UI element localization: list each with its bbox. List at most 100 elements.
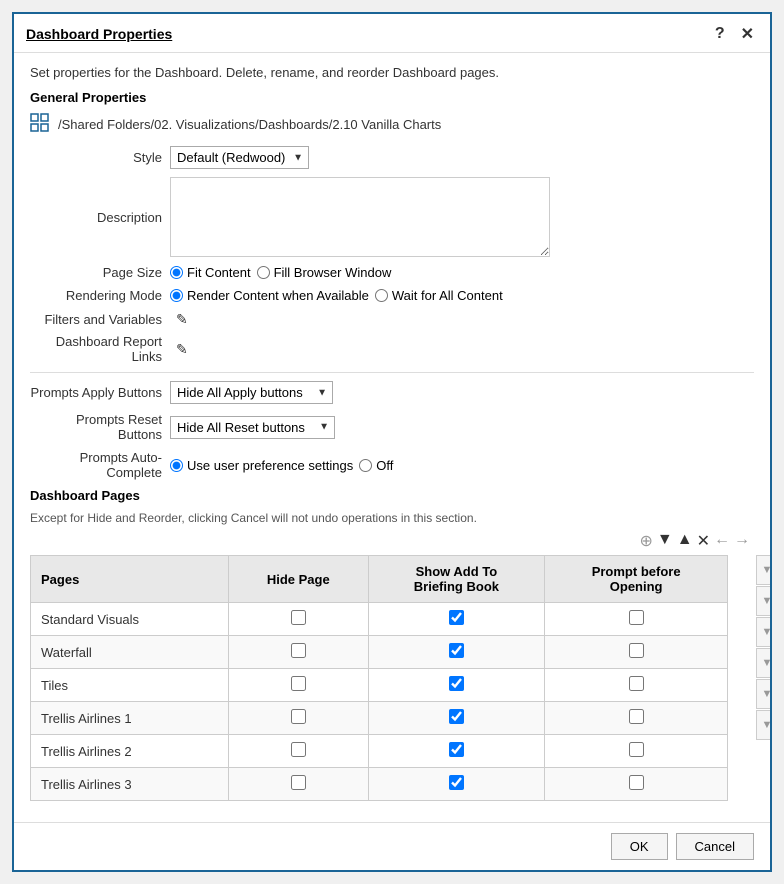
col-pages: Pages (31, 556, 229, 603)
prompt-before-checkbox[interactable] (629, 775, 644, 790)
hide-page-checkbox[interactable] (291, 775, 306, 790)
ok-button[interactable]: OK (611, 833, 668, 860)
dashboard-pages-section: Dashboard Pages Except for Hide and Reor… (30, 488, 754, 801)
hide-page-cell (229, 735, 369, 768)
hide-page-checkbox[interactable] (291, 610, 306, 625)
pref-settings-text: Use user preference settings (187, 458, 353, 473)
prompts-reset-row: Prompts Reset Buttons Hide All Reset but… (30, 412, 754, 442)
folder-path: /Shared Folders/02. Visualizations/Dashb… (58, 117, 441, 132)
fill-browser-radio[interactable] (257, 266, 270, 279)
fill-browser-text: Fill Browser Window (274, 265, 392, 280)
hide-page-cell (229, 768, 369, 801)
description-label: Description (30, 210, 170, 225)
arrow-4[interactable]: ▼ (756, 648, 770, 678)
move-next-icon[interactable]: → (734, 531, 750, 551)
briefing-book-checkbox[interactable] (449, 610, 464, 625)
page-size-row: Page Size Fit Content Fill Browser Windo… (30, 265, 754, 280)
page-name-cell: Trellis Airlines 2 (31, 735, 229, 768)
briefing-book-cell (368, 735, 545, 768)
filter-down-icon[interactable]: ▼ (657, 531, 673, 551)
col-briefing: Show Add ToBriefing Book (368, 556, 545, 603)
briefing-book-checkbox[interactable] (449, 676, 464, 691)
pref-settings-radio[interactable] (170, 459, 183, 472)
col-prompt: Prompt beforeOpening (545, 556, 728, 603)
cancel-button[interactable]: Cancel (676, 833, 754, 860)
prompt-before-cell (545, 669, 728, 702)
pages-table-outer: Pages Hide Page Show Add ToBriefing Book… (30, 555, 754, 801)
report-links-row: Dashboard Report Links ✎ (30, 334, 754, 364)
side-arrows: ▼ ▼ ▼ ▼ ▼ ▼ (756, 555, 770, 741)
style-label: Style (30, 150, 170, 165)
wait-all-label[interactable]: Wait for All Content (375, 288, 503, 303)
table-row: Tiles (31, 669, 728, 702)
hide-page-cell (229, 636, 369, 669)
delete-page-icon[interactable]: ✕ (697, 531, 710, 551)
close-button[interactable]: ✕ (737, 22, 758, 46)
description-textarea[interactable] (170, 177, 550, 257)
intro-text: Set properties for the Dashboard. Delete… (30, 65, 754, 80)
report-links-label: Dashboard Report Links (30, 334, 170, 364)
prompts-autocomplete-row: Prompts Auto-Complete Use user preferenc… (30, 450, 754, 480)
hide-page-cell (229, 702, 369, 735)
wait-all-radio[interactable] (375, 289, 388, 302)
dialog-body: Set properties for the Dashboard. Delete… (14, 53, 770, 822)
fit-content-radio-label[interactable]: Fit Content (170, 265, 251, 280)
hide-page-checkbox[interactable] (291, 676, 306, 691)
page-name-cell: Trellis Airlines 1 (31, 702, 229, 735)
style-select[interactable]: Default (Redwood) Default Custom (170, 146, 309, 169)
filters-row: Filters and Variables ✎ (30, 311, 754, 328)
briefing-book-checkbox[interactable] (449, 775, 464, 790)
briefing-book-cell (368, 768, 545, 801)
arrow-2[interactable]: ▼ (756, 586, 770, 616)
arrow-3[interactable]: ▼ (756, 617, 770, 647)
briefing-book-cell (368, 702, 545, 735)
filters-label: Filters and Variables (30, 312, 170, 327)
filter-up-icon[interactable]: ▲ (677, 531, 693, 551)
fit-content-radio[interactable] (170, 266, 183, 279)
arrow-6[interactable]: ▼ (756, 710, 770, 740)
briefing-book-checkbox[interactable] (449, 643, 464, 658)
render-available-label[interactable]: Render Content when Available (170, 288, 369, 303)
autocomplete-off-label[interactable]: Off (359, 458, 393, 473)
autocomplete-off-radio[interactable] (359, 459, 372, 472)
prompt-before-checkbox[interactable] (629, 709, 644, 724)
general-section-title: General Properties (30, 90, 754, 105)
filters-edit-icon[interactable]: ✎ (176, 311, 188, 328)
prompts-apply-wrapper: Hide All Apply buttons Show All Apply bu… (170, 381, 333, 404)
hide-page-checkbox[interactable] (291, 742, 306, 757)
prompt-before-cell (545, 768, 728, 801)
prompt-before-checkbox[interactable] (629, 742, 644, 757)
prompts-autocomplete-label: Prompts Auto-Complete (30, 450, 170, 480)
report-links-edit-icon[interactable]: ✎ (176, 341, 188, 358)
arrow-1[interactable]: ▼ (756, 555, 770, 585)
help-button[interactable]: ? (711, 23, 729, 45)
prompt-before-cell (545, 636, 728, 669)
briefing-book-checkbox[interactable] (449, 742, 464, 757)
briefing-book-cell (368, 603, 545, 636)
header-icons: ? ✕ (711, 22, 758, 46)
hide-page-checkbox[interactable] (291, 709, 306, 724)
path-row: /Shared Folders/02. Visualizations/Dashb… (30, 113, 754, 136)
hide-page-checkbox[interactable] (291, 643, 306, 658)
style-select-wrapper: Default (Redwood) Default Custom (170, 146, 309, 169)
prompt-before-checkbox[interactable] (629, 643, 644, 658)
briefing-book-checkbox[interactable] (449, 709, 464, 724)
arrow-5[interactable]: ▼ (756, 679, 770, 709)
table-row: Waterfall (31, 636, 728, 669)
prompts-apply-select[interactable]: Hide All Apply buttons Show All Apply bu… (170, 381, 333, 404)
rendering-controls: Render Content when Available Wait for A… (170, 288, 503, 303)
pref-settings-label[interactable]: Use user preference settings (170, 458, 353, 473)
dashboard-properties-dialog: Dashboard Properties ? ✕ Set properties … (12, 12, 772, 872)
page-name-cell: Trellis Airlines 3 (31, 768, 229, 801)
description-row: Description (30, 177, 754, 257)
prompt-before-cell (545, 702, 728, 735)
hide-page-cell (229, 603, 369, 636)
prompt-before-checkbox[interactable] (629, 610, 644, 625)
prompts-reset-select[interactable]: Hide All Reset buttons Show All Reset bu… (170, 416, 335, 439)
copy-icon[interactable]: ⊕ (640, 531, 653, 551)
fill-browser-radio-label[interactable]: Fill Browser Window (257, 265, 392, 280)
page-size-controls: Fit Content Fill Browser Window (170, 265, 391, 280)
prompt-before-checkbox[interactable] (629, 676, 644, 691)
move-prev-icon[interactable]: ← (714, 531, 730, 551)
render-available-radio[interactable] (170, 289, 183, 302)
